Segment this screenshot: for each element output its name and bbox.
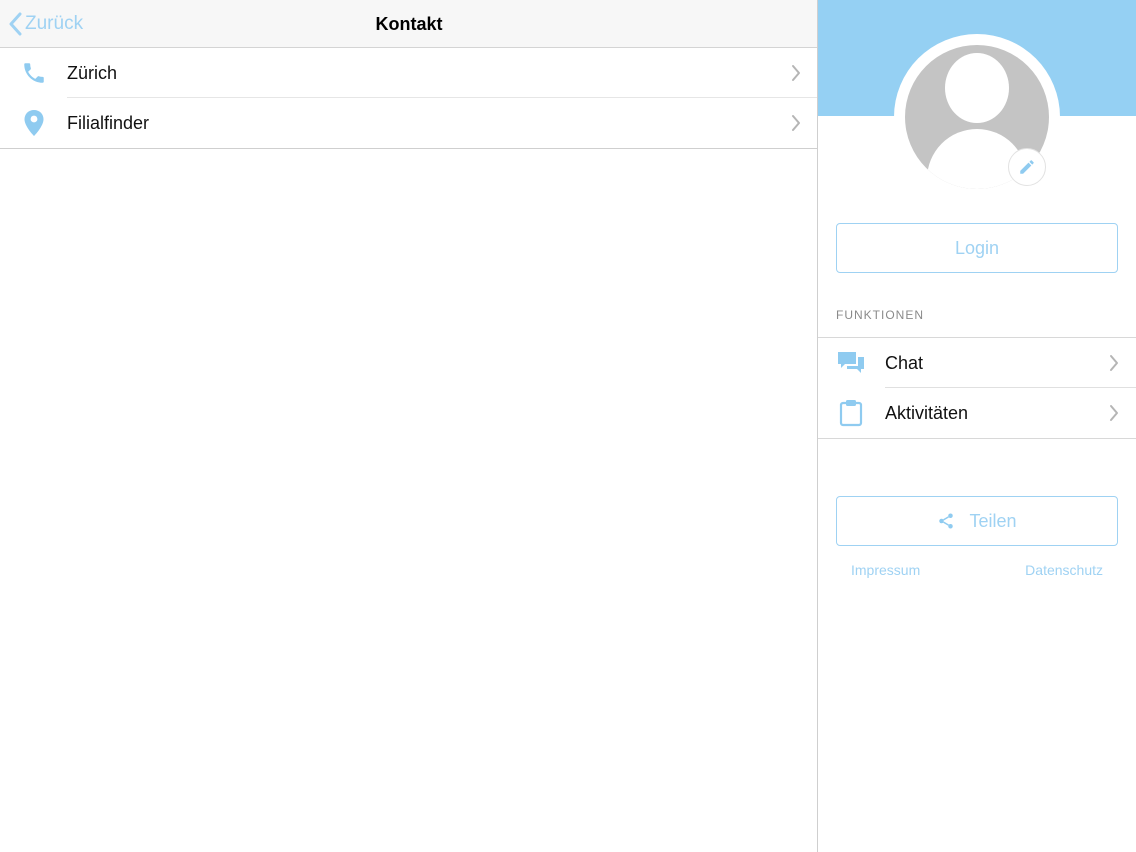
function-item-label: Chat bbox=[885, 353, 924, 373]
clipboard-icon bbox=[837, 399, 865, 427]
chevron-right-icon bbox=[792, 65, 800, 81]
page-title: Kontakt bbox=[375, 14, 443, 34]
chevron-right-icon bbox=[1110, 355, 1118, 371]
list-item-label: Zürich bbox=[67, 63, 118, 83]
location-pin-icon bbox=[20, 109, 48, 137]
avatar-head-silhouette bbox=[945, 53, 1009, 123]
list-item-label: Filialfinder bbox=[67, 113, 150, 133]
chat-icon bbox=[837, 349, 865, 377]
edit-avatar-button[interactable] bbox=[1008, 148, 1046, 186]
function-item-label: Aktivitäten bbox=[885, 403, 969, 423]
navigation-bar: Zurück Kontakt bbox=[0, 0, 818, 48]
chevron-right-icon bbox=[792, 115, 800, 131]
function-item-aktivitaeten[interactable]: Aktivitäten bbox=[818, 388, 1136, 438]
contact-list: Zürich Filialfinder bbox=[0, 48, 818, 149]
section-header-funktionen: FUNKTIONEN bbox=[836, 308, 924, 322]
chevron-right-icon bbox=[1110, 405, 1118, 421]
share-button[interactable]: Teilen bbox=[836, 496, 1118, 546]
datenschutz-link[interactable]: Datenschutz bbox=[1025, 562, 1103, 578]
profile-sidebar: Login FUNKTIONEN Chat Aktivitäten Teilen… bbox=[818, 0, 1136, 852]
pencil-icon bbox=[1020, 160, 1034, 174]
contact-pane: Zurück Kontakt Zürich Filialfinder bbox=[0, 0, 818, 852]
share-label: Teilen bbox=[969, 510, 1017, 531]
phone-icon bbox=[20, 59, 48, 87]
list-item-zurich[interactable]: Zürich bbox=[0, 48, 818, 98]
login-button[interactable]: Login bbox=[836, 223, 1118, 273]
functions-list: Chat Aktivitäten bbox=[818, 337, 1136, 439]
list-item-filialfinder[interactable]: Filialfinder bbox=[0, 98, 818, 148]
share-icon bbox=[939, 513, 954, 529]
impressum-link[interactable]: Impressum bbox=[851, 562, 920, 578]
function-item-chat[interactable]: Chat bbox=[818, 338, 1136, 388]
